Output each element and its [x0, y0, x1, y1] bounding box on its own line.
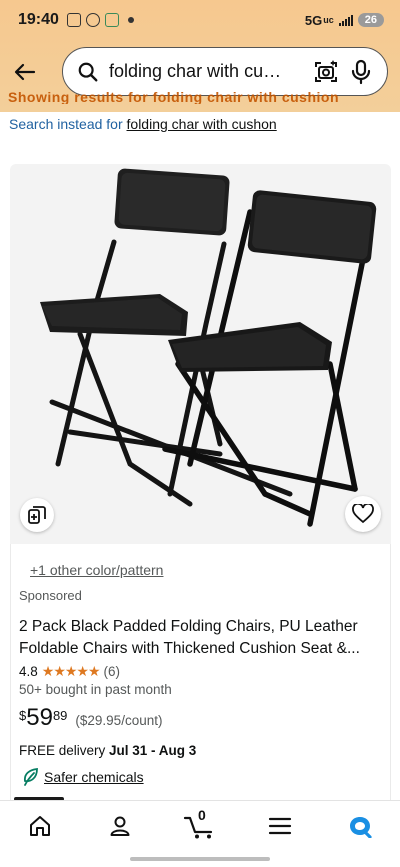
nav-cart-button[interactable]: 0 [170, 803, 230, 849]
back-arrow-icon [14, 63, 36, 81]
product-title[interactable]: 2 Pack Black Padded Folding Chairs, PU L… [19, 616, 379, 660]
status-right: 5G uc 26 [305, 13, 384, 28]
signal-icon [338, 14, 353, 26]
price: $ 59 89 ($29.95/count) [19, 704, 162, 732]
search-instead-link[interactable]: folding char with cushon [127, 116, 277, 132]
price-whole: 59 [26, 704, 53, 731]
back-button[interactable] [0, 46, 50, 98]
screen-icon [66, 13, 81, 27]
price-symbol: $ [19, 708, 27, 723]
bought-in-past-month: 50+ bought in past month [19, 682, 172, 697]
home-icon [30, 815, 50, 836]
price-fraction: 89 [52, 708, 68, 723]
home-app-icon [104, 13, 119, 27]
search-row: folding char with cu… [0, 46, 400, 98]
status-bar: 19:40 5G uc 26 [0, 0, 400, 40]
product-title-line1: 2 Pack Black Padded Folding Chairs, PU L… [19, 618, 358, 635]
color-options-link[interactable]: +1 other color/pattern [30, 562, 163, 578]
sponsored-label: Sponsored [19, 588, 82, 603]
search-query[interactable]: folding char with cu… [109, 61, 297, 82]
camera-search-button[interactable] [313, 59, 339, 90]
delivery-info: FREE delivery Jul 31 - Aug 3 [19, 743, 196, 758]
rating-count: (6) [103, 664, 121, 679]
search-input[interactable]: folding char with cu… [62, 47, 388, 96]
product-title-line2: Foldable Chairs with Thickened Cushion S… [19, 640, 360, 657]
search-instead: Search instead for folding char with cus… [9, 116, 277, 132]
safer-chemicals-label: Safer chemicals [44, 769, 144, 785]
compare-button[interactable] [20, 498, 54, 532]
wishlist-button[interactable] [345, 496, 381, 532]
product-image[interactable] [10, 164, 391, 544]
gesture-bar [130, 857, 270, 861]
header: 19:40 5G uc 26 folding char with cu… Sho… [0, 0, 400, 112]
search-icon [78, 62, 98, 81]
voice-search-button[interactable] [349, 59, 373, 90]
unit-price: ($29.95/count) [75, 713, 163, 728]
camera-lens-icon [315, 60, 337, 82]
delivery-dates: Jul 31 - Aug 3 [109, 743, 197, 758]
nav-home-button[interactable] [10, 803, 70, 849]
app-icon [85, 13, 100, 27]
rating-row[interactable]: 4.8 ★★★★★ (6) [19, 663, 120, 680]
nav-menu-button[interactable] [250, 803, 310, 849]
rufus-icon [350, 816, 372, 838]
cart-count: 0 [198, 806, 206, 823]
dot-icon [127, 17, 134, 23]
network-label: 5G [304, 12, 323, 28]
compare-icon [28, 506, 46, 524]
chairs-image [40, 168, 377, 527]
delivery-prefix: FREE delivery [19, 743, 110, 758]
search-instead-prefix: Search instead for [9, 116, 127, 132]
menu-icon [268, 817, 292, 834]
bottom-nav: 0 [0, 800, 400, 850]
nav-account-button[interactable] [90, 803, 150, 849]
heart-icon [352, 504, 374, 524]
nav-rufus-button[interactable] [330, 803, 390, 849]
star-rating-icon: ★★★★★ [41, 663, 101, 679]
battery-badge: 26 [357, 13, 384, 27]
safer-chemicals-badge[interactable]: Safer chemicals [23, 768, 144, 786]
microphone-icon [351, 59, 371, 85]
network-sub-label: uc [323, 15, 334, 25]
notification-icons [66, 13, 134, 27]
rating-value: 4.8 [19, 664, 38, 679]
showing-results-strip: Showing results for folding chair with c… [8, 92, 340, 104]
account-icon [110, 816, 130, 836]
status-time: 19:40 [18, 11, 59, 28]
leaf-icon [24, 768, 38, 786]
